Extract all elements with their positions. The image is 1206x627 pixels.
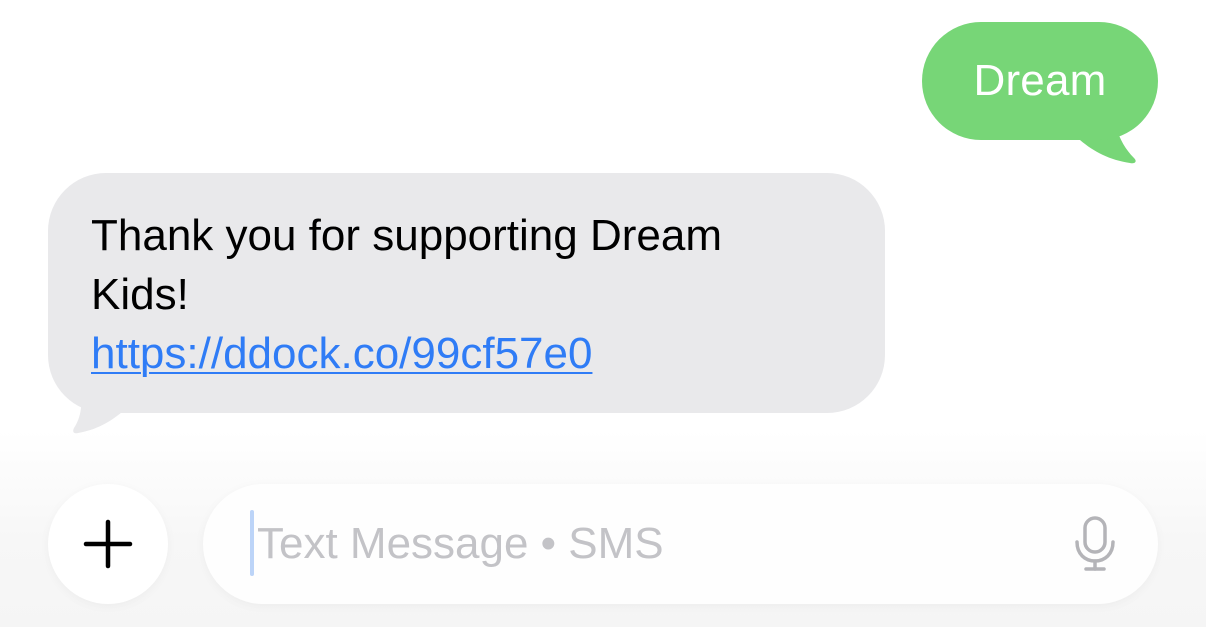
message-input[interactable]: Text Message • SMS (203, 484, 1158, 604)
plus-icon (83, 519, 133, 569)
message-input-placeholder: Text Message • SMS (257, 519, 664, 568)
microphone-icon[interactable] (1073, 516, 1117, 572)
messages-screen: Dream Thank you for supporting Dream Kid… (0, 0, 1206, 627)
received-message-line: Kids! (91, 270, 189, 319)
sent-message-text: Dream (973, 56, 1107, 105)
sent-message-bubble[interactable]: Dream (922, 22, 1158, 140)
text-caret (250, 510, 254, 576)
received-message-bubble[interactable]: Thank you for supporting Dream Kids! htt… (48, 173, 885, 413)
message-link[interactable]: https://ddock.co/99cf57e0 (91, 324, 592, 383)
received-message-line: Thank you for supporting Dream (91, 211, 722, 260)
add-attachment-button[interactable] (48, 484, 168, 604)
